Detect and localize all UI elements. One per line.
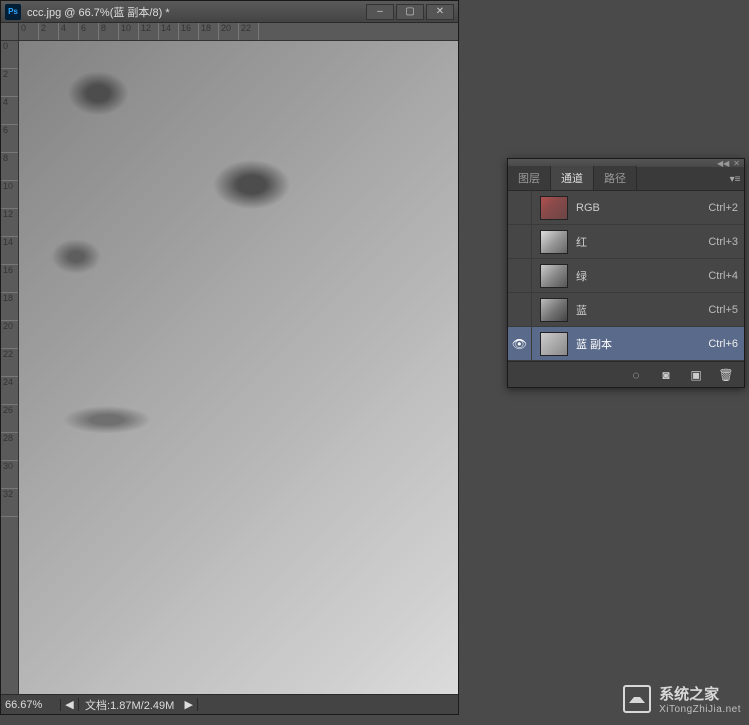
visibility-toggle[interactable] <box>508 259 532 292</box>
ruler-tick: 14 <box>1 237 18 265</box>
channels-panel: ◀◀ ✕ 图层 通道 路径 ▾≡ RGBCtrl+2红Ctrl+3绿Ctrl+4… <box>507 158 745 388</box>
ruler-tick: 18 <box>1 293 18 321</box>
ruler-tick: 8 <box>1 153 18 181</box>
ruler-tick: 2 <box>39 23 59 40</box>
tab-layers[interactable]: 图层 <box>508 166 551 190</box>
ruler-tick: 26 <box>1 405 18 433</box>
zoom-level[interactable]: 66.67% <box>1 699 61 711</box>
window-controls: – ▢ ✕ <box>366 4 454 20</box>
new-channel-icon[interactable]: ▣ <box>688 367 704 383</box>
info-value: 1.87M/2.49M <box>110 700 174 712</box>
channel-thumbnail[interactable] <box>540 332 568 356</box>
close-button[interactable]: ✕ <box>426 4 454 20</box>
ruler-tick: 14 <box>159 23 179 40</box>
ruler-tick: 4 <box>1 97 18 125</box>
ruler-vertical[interactable]: 02468101214161820222426283032 <box>1 41 19 694</box>
channel-shortcut: Ctrl+3 <box>708 236 738 248</box>
ruler-tick: 16 <box>179 23 199 40</box>
channel-thumbnail[interactable] <box>540 196 568 220</box>
ruler-origin[interactable] <box>1 23 19 41</box>
canvas-image <box>19 41 458 694</box>
ruler-tick: 0 <box>19 23 39 40</box>
tab-paths[interactable]: 路径 <box>594 166 637 190</box>
titlebar[interactable]: Ps ccc.jpg @ 66.7%(蓝 副本/8) * – ▢ ✕ <box>1 1 458 23</box>
status-bar: 66.67% ◀ 文档:1.87M/2.49M ▶ <box>1 694 458 714</box>
document-window: Ps ccc.jpg @ 66.7%(蓝 副本/8) * – ▢ ✕ 02468… <box>0 0 459 715</box>
ruler-tick: 6 <box>1 125 18 153</box>
ruler-tick: 12 <box>1 209 18 237</box>
canvas[interactable] <box>19 41 458 694</box>
channel-row-rgb[interactable]: RGBCtrl+2 <box>508 191 744 225</box>
status-menu-icon[interactable]: ▶ <box>180 698 198 711</box>
channel-thumbnail[interactable] <box>540 264 568 288</box>
visibility-toggle[interactable] <box>508 191 532 224</box>
ruler-tick: 20 <box>1 321 18 349</box>
document-title: ccc.jpg @ 66.7%(蓝 副本/8) * <box>27 4 366 20</box>
maximize-button[interactable]: ▢ <box>396 4 424 20</box>
channel-thumbnail[interactable] <box>540 298 568 322</box>
channel-row-blue[interactable]: 蓝Ctrl+5 <box>508 293 744 327</box>
tab-channels[interactable]: 通道 <box>551 166 594 190</box>
ruler-tick: 8 <box>99 23 119 40</box>
visibility-toggle[interactable] <box>508 225 532 258</box>
channel-shortcut: Ctrl+2 <box>708 202 738 214</box>
ruler-tick: 12 <box>139 23 159 40</box>
status-prev-icon[interactable]: ◀ <box>61 698 79 711</box>
ruler-tick: 24 <box>1 377 18 405</box>
ruler-tick: 22 <box>1 349 18 377</box>
channel-name[interactable]: 绿 <box>576 268 708 284</box>
watermark-cn: 系统之家 <box>659 683 741 704</box>
visibility-toggle[interactable]: 👁 <box>508 327 532 360</box>
delete-channel-icon[interactable]: 🗑 <box>718 367 734 383</box>
channel-row-green[interactable]: 绿Ctrl+4 <box>508 259 744 293</box>
ruler-tick: 0 <box>1 41 18 69</box>
ruler-tick: 22 <box>239 23 259 40</box>
ruler-tick: 6 <box>79 23 99 40</box>
ruler-tick: 32 <box>1 489 18 517</box>
ruler-tick: 4 <box>59 23 79 40</box>
load-selection-icon[interactable]: ◌ <box>628 367 644 383</box>
visibility-toggle[interactable] <box>508 293 532 326</box>
save-selection-icon[interactable]: ◙ <box>658 367 674 383</box>
panel-tabs: 图层 通道 路径 ▾≡ <box>508 167 744 191</box>
ruler-tick: 30 <box>1 461 18 489</box>
watermark: 系统之家 XiTongZhiJia.net <box>623 683 741 715</box>
channel-row-bluecopy[interactable]: 👁 蓝 副本Ctrl+6 <box>508 327 744 361</box>
photoshop-icon: Ps <box>5 4 21 20</box>
panel-menu-icon[interactable]: ▾≡ <box>726 167 744 191</box>
channel-shortcut: Ctrl+5 <box>708 304 738 316</box>
ruler-tick: 18 <box>199 23 219 40</box>
info-label: 文档: <box>85 700 110 712</box>
channel-name[interactable]: RGB <box>576 202 708 214</box>
channel-name[interactable]: 蓝 副本 <box>576 336 708 352</box>
ruler-tick: 28 <box>1 433 18 461</box>
channel-shortcut: Ctrl+4 <box>708 270 738 282</box>
watermark-logo-icon <box>623 685 651 713</box>
ruler-tick: 16 <box>1 265 18 293</box>
ruler-horizontal[interactable]: 0246810121416182022 <box>19 23 458 41</box>
channel-name[interactable]: 红 <box>576 234 708 250</box>
channel-row-red[interactable]: 红Ctrl+3 <box>508 225 744 259</box>
channel-list: RGBCtrl+2红Ctrl+3绿Ctrl+4蓝Ctrl+5👁蓝 副本Ctrl+… <box>508 191 744 361</box>
panel-footer: ◌ ◙ ▣ 🗑 <box>508 361 744 387</box>
ruler-tick: 2 <box>1 69 18 97</box>
watermark-en: XiTongZhiJia.net <box>659 704 741 715</box>
ruler-tick: 20 <box>219 23 239 40</box>
minimize-button[interactable]: – <box>366 4 394 20</box>
channel-shortcut: Ctrl+6 <box>708 338 738 350</box>
channel-thumbnail[interactable] <box>540 230 568 254</box>
channel-name[interactable]: 蓝 <box>576 302 708 318</box>
ruler-tick: 10 <box>1 181 18 209</box>
ruler-tick: 10 <box>119 23 139 40</box>
document-info[interactable]: 文档:1.87M/2.49M <box>79 697 180 713</box>
